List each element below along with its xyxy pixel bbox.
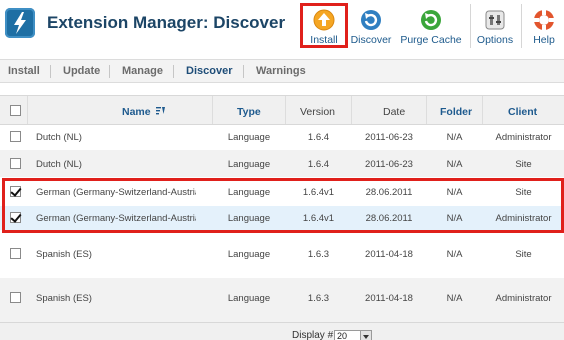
purge-cache-icon <box>420 9 442 31</box>
discover-button[interactable]: Discover <box>348 0 394 52</box>
tab-divider <box>50 65 51 78</box>
help-label: Help <box>533 34 555 46</box>
tab-warnings[interactable]: Warnings <box>256 65 306 77</box>
row-checkbox[interactable] <box>10 248 21 259</box>
tab-manage[interactable]: Manage <box>122 65 163 77</box>
table-row: Spanish (ES) Language 1.6.3 2011-04-18 N… <box>0 278 564 322</box>
table-row: Dutch (NL) Language 1.6.4 2011-06-23 N/A… <box>0 150 564 177</box>
cell-version: 1.6.4 <box>307 132 330 143</box>
cell-version: 1.6.3 <box>307 293 330 304</box>
select-all-checkbox[interactable] <box>10 105 21 116</box>
purge-cache-label: Purge Cache <box>400 34 462 46</box>
cell-version: 1.6.4 <box>307 159 330 170</box>
column-header-version: Version <box>300 106 336 118</box>
toolbar-divider <box>521 4 522 48</box>
row-checkbox[interactable] <box>10 158 21 169</box>
cell-date: 2011-06-23 <box>365 132 413 143</box>
cell-client: Administrator <box>495 293 552 304</box>
column-divider <box>351 96 352 124</box>
cell-type: Language <box>227 132 271 143</box>
help-button[interactable]: Help <box>526 0 562 52</box>
tab-install[interactable]: Install <box>8 65 40 77</box>
cell-name: Dutch (NL) <box>36 159 82 170</box>
table-row: Dutch (NL) Language 1.6.4 2011-06-23 N/A… <box>0 124 564 150</box>
page-title: Extension Manager: Discover <box>47 13 286 32</box>
table-row: Spanish (ES) Language 1.6.3 2011-04-18 N… <box>0 235 564 278</box>
discover-icon <box>360 9 382 31</box>
discover-label: Discover <box>350 34 392 46</box>
cell-folder: N/A <box>446 159 463 170</box>
options-icon <box>484 9 506 31</box>
cell-client: Site <box>515 159 532 170</box>
cell-client: Administrator <box>495 132 552 143</box>
cell-name: Spanish (ES) <box>36 249 92 260</box>
install-highlight <box>300 3 348 48</box>
display-count-value: 20 <box>337 331 348 340</box>
options-label: Options <box>476 34 514 46</box>
cell-date: 2011-04-18 <box>365 249 413 260</box>
toolbar-divider <box>470 4 471 48</box>
column-header-folder[interactable]: Folder <box>440 106 472 118</box>
column-divider <box>27 96 28 124</box>
cell-type: Language <box>227 249 271 260</box>
purge-cache-button[interactable]: Purge Cache <box>400 0 462 52</box>
submenu: Install Update Manage Discover Warnings <box>0 59 564 83</box>
column-divider <box>426 96 427 124</box>
chevron-down-icon <box>360 331 371 340</box>
tab-divider <box>173 65 174 78</box>
tab-divider <box>243 65 244 78</box>
cell-client: Site <box>515 249 532 260</box>
cell-version: 1.6.3 <box>307 249 330 260</box>
cell-date: 2011-06-23 <box>365 159 413 170</box>
sort-icon <box>155 106 165 118</box>
column-divider <box>285 96 286 124</box>
display-count-label: Display # <box>292 330 334 340</box>
column-header-type[interactable]: Type <box>237 106 261 118</box>
tab-divider <box>109 65 110 78</box>
cell-date: 2011-04-18 <box>365 293 413 304</box>
column-divider <box>212 96 213 124</box>
column-header-date: Date <box>383 106 406 118</box>
selected-rows-highlight <box>2 178 564 233</box>
column-divider <box>482 96 483 124</box>
row-checkbox[interactable] <box>10 292 21 303</box>
extension-manager-logo-icon <box>5 8 35 38</box>
cell-folder: N/A <box>446 293 463 304</box>
cell-name: Spanish (ES) <box>36 293 92 304</box>
help-icon <box>533 9 555 31</box>
column-header-client[interactable]: Client <box>508 106 537 118</box>
cell-name: Dutch (NL) <box>36 132 82 143</box>
table-footer <box>0 322 564 340</box>
table-header: Name Type Version Date Folder Client <box>0 95 564 125</box>
display-count-select[interactable]: 20 <box>334 330 372 340</box>
cell-folder: N/A <box>446 132 463 143</box>
row-checkbox[interactable] <box>10 131 21 142</box>
column-header-name-label: Name <box>122 106 151 118</box>
tab-update[interactable]: Update <box>63 65 100 77</box>
options-button[interactable]: Options <box>474 0 516 52</box>
tab-discover[interactable]: Discover <box>186 65 232 77</box>
cell-type: Language <box>227 159 271 170</box>
cell-type: Language <box>227 293 271 304</box>
column-header-name[interactable]: Name <box>122 106 165 118</box>
cell-folder: N/A <box>446 249 463 260</box>
